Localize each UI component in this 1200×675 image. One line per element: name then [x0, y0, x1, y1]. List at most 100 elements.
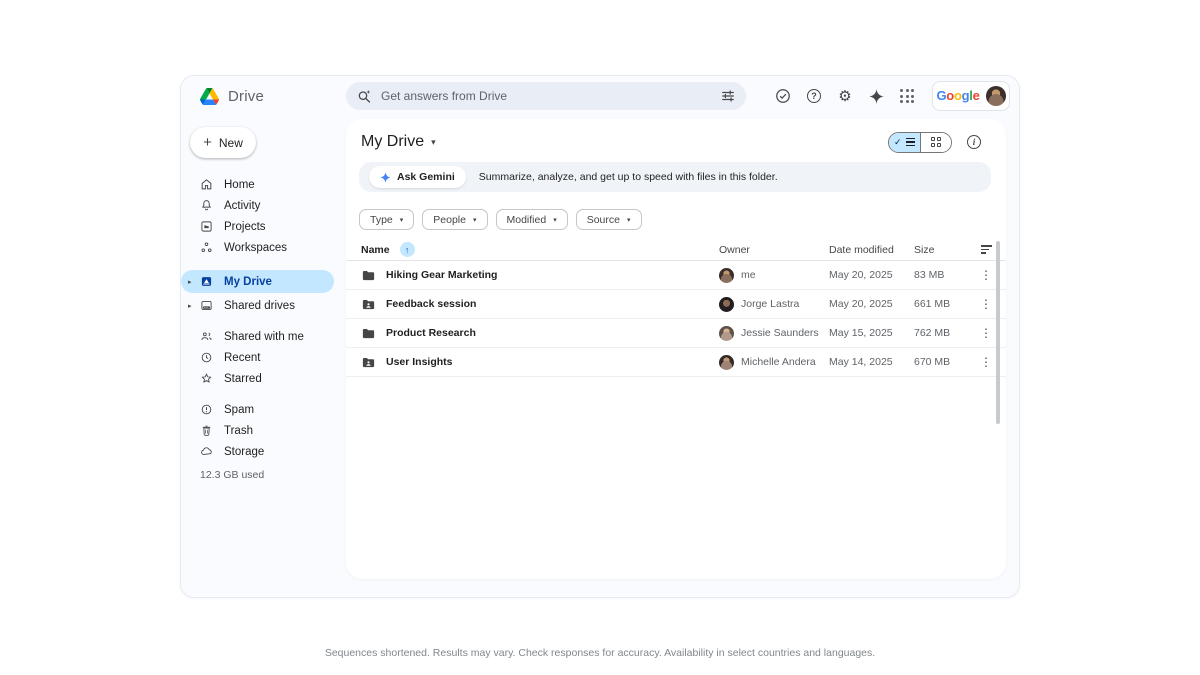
google-wordmark: Google: [936, 87, 979, 105]
sidebar: + New Home Activity Projects Workspaces: [181, 116, 346, 597]
file-name: Feedback session: [386, 298, 476, 310]
title-row: My Drive ▾ ✓ i: [361, 129, 981, 155]
folder-icon: [361, 268, 376, 283]
owner-avatar: [719, 355, 734, 370]
expand-caret-icon[interactable]: ▸: [188, 278, 192, 286]
sidebar-item-recent[interactable]: Recent: [181, 347, 334, 368]
sidebar-item-starred[interactable]: Starred: [181, 368, 334, 389]
file-size: 83 MB: [914, 269, 966, 281]
chevron-down-icon: ▾: [553, 216, 557, 224]
folder-icon: [361, 326, 376, 341]
sidebar-divider: [181, 389, 346, 399]
info-icon[interactable]: i: [967, 135, 981, 149]
file-name: Hiking Gear Marketing: [386, 269, 497, 281]
drive-app-window: Drive ?: [180, 75, 1020, 598]
drive-logo-icon: [200, 88, 219, 105]
column-header-date-modified[interactable]: Date modified: [829, 244, 914, 256]
kebab-menu-icon[interactable]: ⋮: [980, 297, 992, 311]
tune-icon[interactable]: [721, 89, 735, 103]
filter-chip-type[interactable]: Type▾: [359, 209, 414, 230]
search-icon: [357, 89, 372, 104]
storage-icon: [200, 445, 213, 458]
recent-icon: [200, 351, 213, 364]
sidebar-item-storage[interactable]: Storage: [181, 441, 334, 462]
grid-view-button[interactable]: [920, 133, 952, 152]
column-header-owner[interactable]: Owner: [719, 244, 829, 256]
kebab-menu-icon[interactable]: ⋮: [980, 355, 992, 369]
sidebar-item-trash[interactable]: Trash: [181, 420, 334, 441]
apps-grid-icon[interactable]: [899, 88, 915, 104]
expand-caret-icon[interactable]: ▸: [188, 302, 192, 310]
column-header-name[interactable]: Name ↑: [361, 242, 719, 257]
sidebar-item-shared-with-me[interactable]: Shared with me: [181, 326, 334, 347]
scrollbar[interactable]: [996, 241, 1000, 424]
search-bar[interactable]: [346, 82, 746, 110]
table-row[interactable]: User Insights Michelle Andera May 14, 20…: [346, 348, 1006, 377]
sidebar-divider: [181, 258, 346, 268]
ask-gemini-button[interactable]: Ask Gemini: [369, 166, 466, 188]
chevron-down-icon: ▾: [473, 216, 477, 224]
list-view-icon: [906, 138, 915, 146]
list-settings-icon[interactable]: [981, 245, 992, 254]
home-icon: [200, 178, 213, 191]
table-row[interactable]: Feedback session Jorge Lastra May 20, 20…: [346, 290, 1006, 319]
gemini-banner: Ask Gemini Summarize, analyze, and get u…: [359, 162, 991, 192]
settings-icon[interactable]: ⚙: [837, 88, 853, 104]
date-modified: May 15, 2025: [829, 327, 914, 339]
filter-chip-people[interactable]: People▾: [422, 209, 487, 230]
check-icon: ✓: [894, 137, 902, 148]
shared-folder-icon: [361, 297, 376, 312]
sidebar-item-workspaces[interactable]: Workspaces: [181, 237, 334, 258]
trash-icon: [200, 424, 213, 437]
drive-logo-area[interactable]: Drive: [181, 88, 346, 105]
file-size: 670 MB: [914, 356, 966, 368]
date-modified: May 20, 2025: [829, 298, 914, 310]
page: Drive ?: [0, 0, 1200, 675]
gemini-icon[interactable]: [868, 88, 884, 104]
chevron-down-icon: ▾: [627, 216, 631, 224]
page-title-caret-icon[interactable]: ▾: [431, 137, 436, 148]
kebab-menu-icon[interactable]: ⋮: [980, 326, 992, 340]
sidebar-item-my-drive[interactable]: ▸ My Drive: [181, 270, 334, 293]
storage-used-label: 12.3 GB used: [181, 469, 346, 481]
owner-name: me: [741, 269, 756, 281]
date-modified: May 20, 2025: [829, 269, 914, 281]
sidebar-item-home[interactable]: Home: [181, 174, 334, 195]
google-account-button[interactable]: Google: [932, 81, 1010, 111]
app-name: Drive: [228, 88, 264, 105]
plus-icon: +: [203, 135, 212, 150]
kebab-menu-icon[interactable]: ⋮: [980, 268, 992, 282]
filter-chip-modified[interactable]: Modified▾: [496, 209, 568, 230]
date-modified: May 14, 2025: [829, 356, 914, 368]
owner-avatar: [719, 326, 734, 341]
user-avatar: [986, 86, 1006, 106]
projects-icon: [200, 220, 213, 233]
my-drive-icon: [200, 275, 213, 288]
sidebar-item-projects[interactable]: Projects: [181, 216, 334, 237]
column-header-size[interactable]: Size: [914, 244, 966, 256]
filter-chip-source[interactable]: Source▾: [576, 209, 642, 230]
sort-ascending-icon[interactable]: ↑: [400, 242, 415, 257]
search-input[interactable]: [381, 89, 712, 103]
activity-icon: [200, 199, 213, 212]
gemini-sparkle-icon: [380, 172, 391, 183]
list-view-button[interactable]: ✓: [889, 133, 920, 152]
table-row[interactable]: Hiking Gear Marketing me May 20, 2025 83…: [346, 261, 1006, 290]
table-row[interactable]: Product Research Jessie Saunders May 15,…: [346, 319, 1006, 348]
table-header-row: Name ↑ Owner Date modified Size: [346, 239, 1006, 261]
sidebar-item-activity[interactable]: Activity: [181, 195, 334, 216]
sidebar-item-spam[interactable]: Spam: [181, 399, 334, 420]
sidebar-item-shared-drives[interactable]: ▸ Shared drives: [181, 295, 334, 316]
footer-disclaimer: Sequences shortened. Results may vary. C…: [0, 647, 1200, 659]
owner-avatar: [719, 297, 734, 312]
ask-gemini-label: Ask Gemini: [397, 171, 455, 183]
workspaces-icon: [200, 241, 213, 254]
file-size: 762 MB: [914, 327, 966, 339]
help-icon[interactable]: ?: [806, 88, 822, 104]
new-button[interactable]: + New: [190, 127, 256, 158]
page-title: My Drive: [361, 133, 424, 151]
offline-status-icon[interactable]: [775, 88, 791, 104]
starred-icon: [200, 372, 213, 385]
view-toggle: ✓: [888, 132, 952, 153]
topbar-icon-group: ? ⚙: [775, 88, 915, 104]
